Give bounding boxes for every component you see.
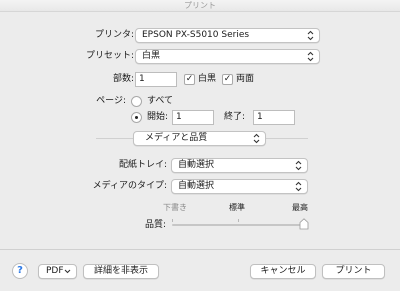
quality-slider-thumb[interactable] [299,218,309,230]
pages-to-input[interactable]: 1 [253,110,295,125]
bw-label: 白黒 [198,74,217,84]
quality-mark-normal: 標準 [229,203,245,212]
media-type-select[interactable]: 自動選択 [171,179,308,194]
footer-divider [0,249,400,250]
pages-to-label: 終了: [224,112,246,122]
copies-input[interactable]: 1 [135,72,177,87]
tray-value: 自動選択 [178,160,215,170]
printer-select[interactable]: EPSON PX-S5010 Series [135,28,320,43]
chevron-updown-icon [307,51,314,62]
presets-select[interactable]: 白黒 [135,49,320,64]
pages-all-radio[interactable] [131,96,142,107]
pdf-label: PDF [46,266,64,276]
hide-details-button[interactable]: 詳細を非表示 [83,264,159,279]
pages-all-label: すべて [147,96,174,106]
pdf-menu-button[interactable]: PDF [38,264,77,279]
help-icon[interactable]: ? [12,263,28,279]
copies-label: 部数: [112,74,134,84]
chevron-down-icon [64,269,71,274]
chevron-updown-icon [295,181,302,192]
window-title: プリント [0,0,400,12]
quality-tick [172,219,173,222]
quality-mark-best: 最高 [292,203,308,212]
pages-from-input[interactable]: 1 [172,110,214,125]
presets-value: 白黒 [142,51,161,61]
quality-label: 品質: [144,220,166,230]
media-type-label: メディアのタイプ: [92,181,167,191]
cancel-button[interactable]: キャンセル [250,264,316,279]
pages-from-label: 開始: [147,112,169,122]
chevron-updown-icon [295,160,302,171]
tray-label: 配紙トレイ: [118,160,167,170]
tray-select[interactable]: 自動選択 [171,158,308,173]
printer-label: プリンタ: [94,30,134,40]
quality-mark-draft: 下書き [163,203,187,212]
quality-tick [238,219,239,222]
media-type-value: 自動選択 [178,181,215,191]
presets-label: プリセット: [85,51,134,61]
chevron-updown-icon [307,30,314,41]
printer-value: EPSON PX-S5010 Series [142,30,250,40]
quality-slider-track[interactable] [172,224,304,226]
chevron-updown-icon [253,133,260,144]
section-value: メディアと品質 [145,133,208,143]
section-select[interactable]: メディアと品質 [133,131,266,146]
pages-range-radio[interactable] [131,112,142,123]
print-button[interactable]: プリント [322,264,385,279]
duplex-checkbox[interactable]: ✓ [222,74,233,85]
bw-checkbox[interactable]: ✓ [184,74,195,85]
duplex-label: 両面 [236,74,255,84]
pages-label: ページ: [96,96,126,106]
